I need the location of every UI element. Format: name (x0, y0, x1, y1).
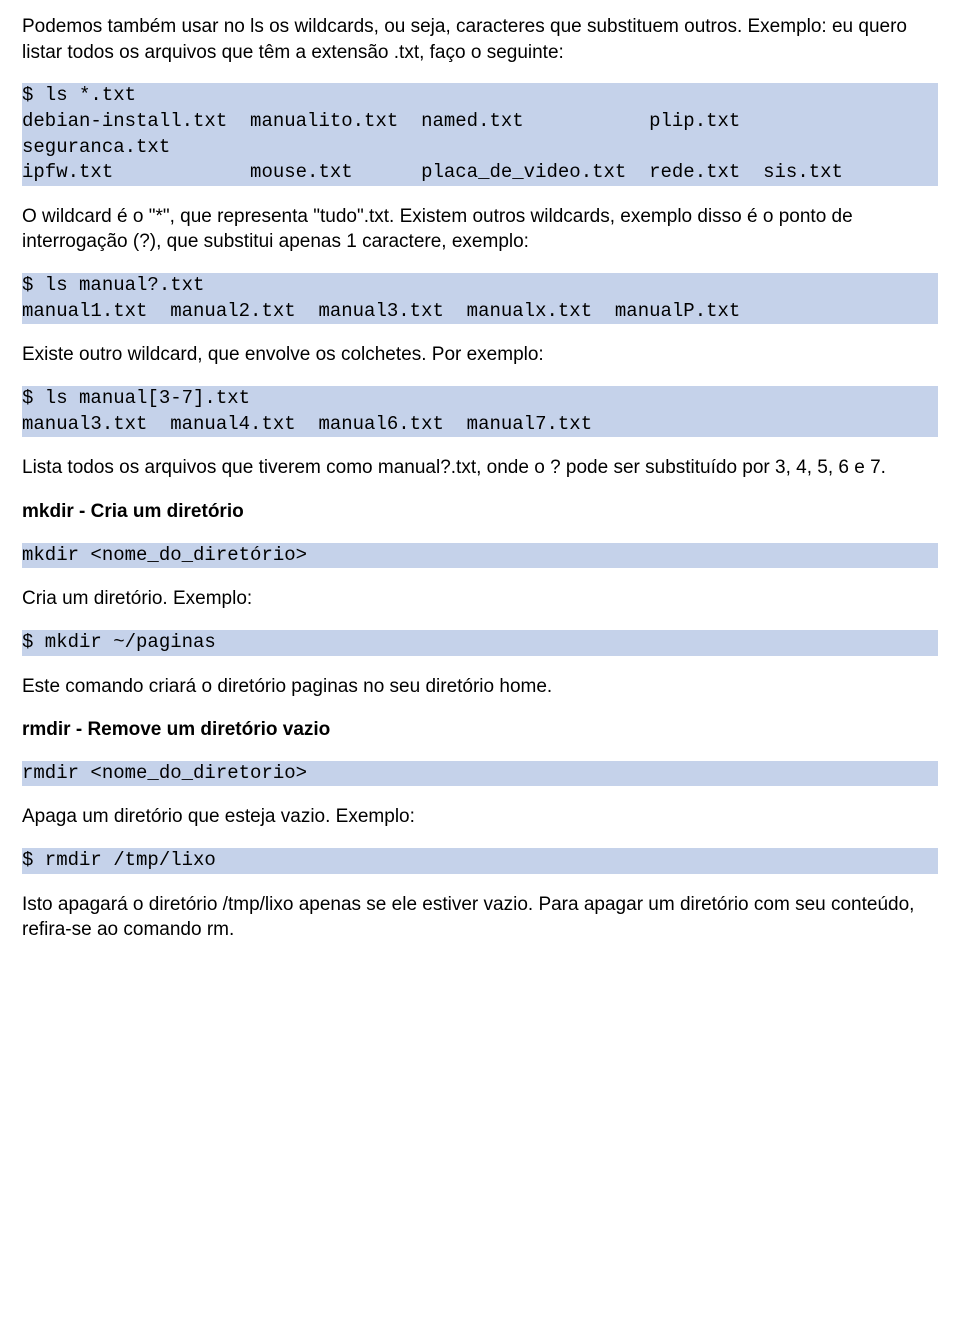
code-mkdir-syntax: mkdir <nome_do_diretório> (22, 543, 938, 569)
paragraph-mkdir-desc: Cria um diretório. Exemplo: (22, 586, 938, 612)
heading-mkdir: mkdir - Cria um diretório (22, 499, 938, 525)
paragraph-rmdir-note: Isto apagará o diretório /tmp/lixo apena… (22, 892, 938, 943)
paragraph-brackets-intro: Existe outro wildcard, que envolve os co… (22, 342, 938, 368)
code-ls-star: $ ls *.txt debian-install.txt manualito.… (22, 83, 938, 186)
code-rmdir-syntax: rmdir <nome_do_diretorio> (22, 761, 938, 787)
paragraph-intro-wildcards: Podemos também usar no ls os wildcards, … (22, 14, 938, 65)
code-rmdir-example: $ rmdir /tmp/lixo (22, 848, 938, 874)
heading-rmdir: rmdir - Remove um diretório vazio (22, 717, 938, 743)
code-ls-brackets: $ ls manual[3-7].txt manual3.txt manual4… (22, 386, 938, 437)
paragraph-rmdir-desc: Apaga um diretório que esteja vazio. Exe… (22, 804, 938, 830)
code-ls-question: $ ls manual?.txt manual1.txt manual2.txt… (22, 273, 938, 324)
paragraph-mkdir-result: Este comando criará o diretório paginas … (22, 674, 938, 700)
code-mkdir-example: $ mkdir ~/paginas (22, 630, 938, 656)
paragraph-star-explain: O wildcard é o "*", que representa "tudo… (22, 204, 938, 255)
paragraph-brackets-explain: Lista todos os arquivos que tiverem como… (22, 455, 938, 481)
